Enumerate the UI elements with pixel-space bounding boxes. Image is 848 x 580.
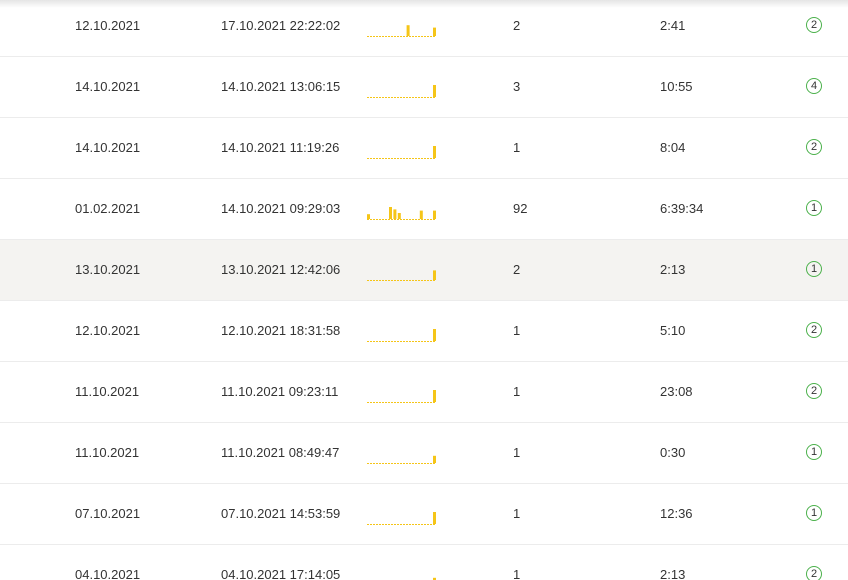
visits-table: 12.10.2021 17.10.2021 22:22:02 2 2:41 2 14.10… xyxy=(0,0,848,580)
visit-count: 2 xyxy=(513,18,521,33)
table-row[interactable]: 07.10.2021 07.10.2021 14:53:59 1 12:36 1 xyxy=(0,484,848,545)
total-duration: 0:30 xyxy=(660,445,686,460)
count-badge: 2 xyxy=(806,383,822,399)
total-duration: 5:10 xyxy=(660,323,686,338)
sparkline-bar xyxy=(389,207,392,219)
visit-count: 92 xyxy=(513,201,528,216)
first-visit-date: 12.10.2021 xyxy=(75,18,141,33)
table-row[interactable]: 12.10.2021 12.10.2021 18:31:58 1 5:10 2 xyxy=(0,301,848,362)
first-visit-date: 07.10.2021 xyxy=(75,506,141,521)
last-visit-datetime: 14.10.2021 13:06:15 xyxy=(221,79,341,94)
first-visit-date: 11.10.2021 xyxy=(75,445,140,460)
total-duration: 2:13 xyxy=(660,567,686,580)
last-visit-datetime: 14.10.2021 09:29:03 xyxy=(221,201,341,216)
activity-sparkline xyxy=(366,118,436,178)
total-duration: 10:55 xyxy=(660,79,693,94)
sparkline-bar xyxy=(433,270,436,280)
visit-count: 3 xyxy=(513,79,521,94)
table-row[interactable]: 01.02.2021 14.10.2021 09:29:03 92 6:39:34 1 xyxy=(0,179,848,240)
activity-sparkline xyxy=(366,0,436,56)
sparkline-bar xyxy=(367,214,370,219)
visit-count: 1 xyxy=(513,323,521,338)
first-visit-date: 13.10.2021 xyxy=(75,262,141,277)
sparkline-chart xyxy=(433,577,436,580)
sparkline-chart xyxy=(367,270,436,281)
sparkline-bar xyxy=(433,85,436,97)
first-visit-date: 04.10.2021 xyxy=(75,567,141,580)
sparkline-chart xyxy=(367,455,436,464)
last-visit-datetime: 11.10.2021 09:23:11 xyxy=(221,384,339,399)
count-badge: 2 xyxy=(806,566,822,580)
activity-sparkline xyxy=(366,545,436,580)
activity-sparkline xyxy=(366,301,436,361)
table-row[interactable]: 14.10.2021 14.10.2021 11:19:26 1 8:04 2 xyxy=(0,118,848,179)
count-badge: 1 xyxy=(806,444,822,460)
table-row[interactable]: 12.10.2021 17.10.2021 22:22:02 2 2:41 2 xyxy=(0,0,848,57)
sparkline-bar xyxy=(433,146,436,158)
last-visit-datetime: 04.10.2021 17:14:05 xyxy=(221,567,341,580)
activity-sparkline xyxy=(366,362,436,422)
table-row[interactable]: 11.10.2021 11.10.2021 08:49:47 1 0:30 1 xyxy=(0,423,848,484)
total-duration: 2:13 xyxy=(660,262,686,277)
last-visit-datetime: 14.10.2021 11:19:26 xyxy=(221,140,340,155)
total-duration: 2:41 xyxy=(660,18,686,33)
sparkline-bar xyxy=(433,512,436,524)
sparkline-bar xyxy=(433,329,436,341)
table-row[interactable]: 13.10.2021 13.10.2021 12:42:06 2 2:13 1 xyxy=(0,240,848,301)
sparkline-bar xyxy=(406,25,410,36)
visit-count: 1 xyxy=(513,384,521,399)
visit-count: 2 xyxy=(513,262,521,277)
last-visit-datetime: 13.10.2021 12:42:06 xyxy=(221,262,341,277)
last-visit-datetime: 12.10.2021 18:31:58 xyxy=(221,323,341,338)
visit-count: 1 xyxy=(513,506,521,521)
sparkline-chart xyxy=(367,25,436,37)
last-visit-datetime: 07.10.2021 14:53:59 xyxy=(221,506,341,521)
total-duration: 6:39:34 xyxy=(660,201,704,216)
first-visit-date: 01.02.2021 xyxy=(75,201,141,216)
sparkline-bar xyxy=(433,455,436,463)
visit-count: 1 xyxy=(513,445,521,460)
total-duration: 23:08 xyxy=(660,384,693,399)
last-visit-datetime: 17.10.2021 22:22:02 xyxy=(221,18,341,33)
count-badge: 1 xyxy=(806,261,822,277)
sparkline-bar xyxy=(433,210,436,219)
count-badge: 1 xyxy=(806,200,822,216)
table-row[interactable]: 04.10.2021 04.10.2021 17:14:05 1 2:13 2 xyxy=(0,545,848,580)
sparkline-bar xyxy=(393,209,397,219)
sparkline-bar xyxy=(433,390,436,402)
count-badge: 4 xyxy=(806,78,822,94)
sparkline-chart xyxy=(367,207,436,220)
first-visit-date: 11.10.2021 xyxy=(75,384,140,399)
sparkline-chart xyxy=(367,85,436,98)
activity-sparkline xyxy=(366,240,436,300)
table-row[interactable]: 11.10.2021 11.10.2021 09:23:11 1 23:08 2 xyxy=(0,362,848,423)
activity-sparkline xyxy=(366,57,436,117)
count-badge: 2 xyxy=(806,322,822,338)
sparkline-chart xyxy=(367,390,436,403)
activity-sparkline xyxy=(366,179,436,239)
first-visit-date: 12.10.2021 xyxy=(75,323,141,338)
activity-sparkline xyxy=(366,423,436,483)
sparkline-bar xyxy=(433,27,436,36)
table-row[interactable]: 14.10.2021 14.10.2021 13:06:15 3 10:55 4 xyxy=(0,57,848,118)
sparkline-bar xyxy=(397,213,401,219)
visit-count: 1 xyxy=(513,140,521,155)
first-visit-date: 14.10.2021 xyxy=(75,140,141,155)
total-duration: 12:36 xyxy=(660,506,693,521)
sparkline-chart xyxy=(367,146,436,159)
count-badge: 1 xyxy=(806,505,822,521)
activity-sparkline xyxy=(366,484,436,544)
total-duration: 8:04 xyxy=(660,140,686,155)
sparkline-chart xyxy=(367,329,436,342)
first-visit-date: 14.10.2021 xyxy=(75,79,141,94)
visit-count: 1 xyxy=(513,567,521,580)
sparkline-chart xyxy=(367,512,436,525)
last-visit-datetime: 11.10.2021 08:49:47 xyxy=(221,445,340,460)
count-badge: 2 xyxy=(806,17,822,33)
count-badge: 2 xyxy=(806,139,822,155)
sparkline-bar xyxy=(419,210,423,219)
